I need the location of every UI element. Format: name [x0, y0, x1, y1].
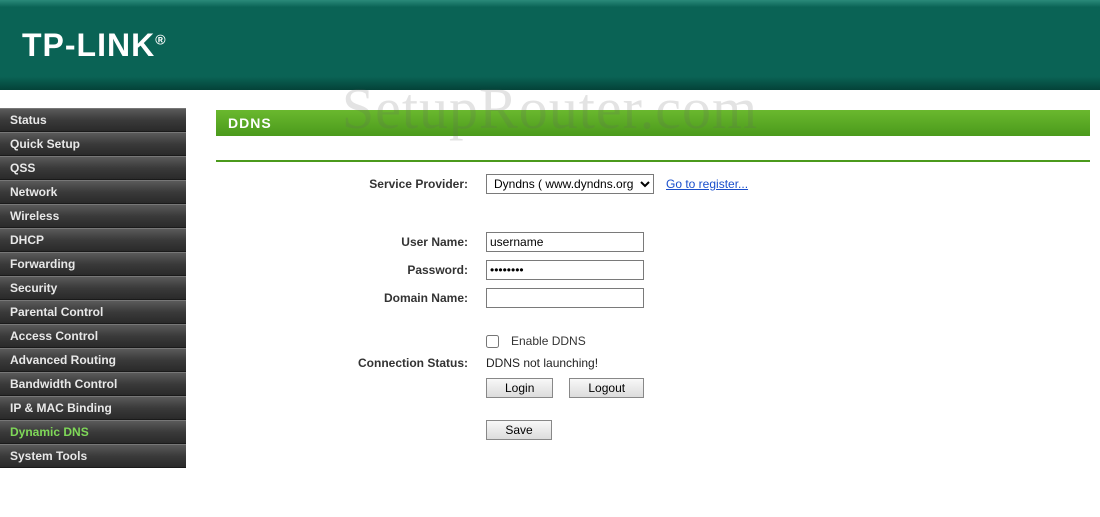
sidebar-item-label: Security [10, 281, 57, 295]
form-area: Service Provider: Dyndns ( www.dyndns.or… [216, 174, 1090, 440]
label-connection-status: Connection Status: [286, 356, 486, 370]
sidebar-item-label: Parental Control [10, 305, 103, 319]
content-area: DDNS Service Provider: Dyndns ( www.dynd… [186, 90, 1100, 468]
sidebar-item-label: System Tools [10, 449, 87, 463]
sidebar-item-label: Advanced Routing [10, 353, 116, 367]
row-domain-name: Domain Name: [286, 288, 1090, 308]
registered-icon: ® [155, 31, 166, 47]
row-login-buttons: Login Logout [286, 378, 1090, 398]
sidebar-item-label: Dynamic DNS [10, 425, 89, 439]
sidebar-item-label: QSS [10, 161, 35, 175]
sidebar-item-qss[interactable]: QSS [0, 156, 186, 180]
service-provider-select[interactable]: Dyndns ( www.dyndns.org ) [486, 174, 654, 194]
row-connection-status: Connection Status: DDNS not launching! [286, 356, 1090, 370]
sidebar-item-parental-control[interactable]: Parental Control [0, 300, 186, 324]
login-button[interactable]: Login [486, 378, 553, 398]
label-user-name: User Name: [286, 235, 486, 249]
go-to-register-link[interactable]: Go to register... [666, 177, 748, 191]
domain-name-input[interactable] [486, 288, 644, 308]
row-enable-ddns: Enable DDNS [286, 334, 1090, 348]
sidebar-item-label: DHCP [10, 233, 44, 247]
sidebar-item-label: Network [10, 185, 57, 199]
sidebar-item-label: Quick Setup [10, 137, 80, 151]
sidebar-item-dynamic-dns[interactable]: Dynamic DNS [0, 420, 186, 444]
sidebar-item-label: IP & MAC Binding [10, 401, 112, 415]
label-enable-ddns: Enable DDNS [511, 334, 586, 348]
label-service-provider: Service Provider: [286, 177, 486, 191]
label-domain-name: Domain Name: [286, 291, 486, 305]
sidebar-item-status[interactable]: Status [0, 108, 186, 132]
page-title: DDNS [216, 110, 1090, 136]
header: TP-LINK® [0, 0, 1100, 90]
main-layout: Status Quick Setup QSS Network Wireless … [0, 90, 1100, 468]
sidebar-item-ip-mac-binding[interactable]: IP & MAC Binding [0, 396, 186, 420]
brand-text: TP-LINK [22, 27, 155, 63]
connection-status-value: DDNS not launching! [486, 356, 598, 370]
user-name-input[interactable] [486, 232, 644, 252]
row-save: Save [286, 420, 1090, 440]
divider [216, 160, 1090, 162]
logout-button[interactable]: Logout [569, 378, 644, 398]
row-service-provider: Service Provider: Dyndns ( www.dyndns.or… [286, 174, 1090, 194]
brand-logo: TP-LINK® [22, 27, 167, 64]
sidebar-item-wireless[interactable]: Wireless [0, 204, 186, 228]
sidebar-item-label: Bandwidth Control [10, 377, 117, 391]
row-password: Password: [286, 260, 1090, 280]
sidebar-item-label: Access Control [10, 329, 98, 343]
sidebar-item-label: Forwarding [10, 257, 75, 271]
sidebar-item-quick-setup[interactable]: Quick Setup [0, 132, 186, 156]
sidebar-item-label: Wireless [10, 209, 59, 223]
enable-ddns-checkbox[interactable] [486, 335, 499, 348]
sidebar-item-dhcp[interactable]: DHCP [0, 228, 186, 252]
sidebar: Status Quick Setup QSS Network Wireless … [0, 90, 186, 468]
label-password: Password: [286, 263, 486, 277]
sidebar-item-security[interactable]: Security [0, 276, 186, 300]
sidebar-item-label: Status [10, 113, 47, 127]
sidebar-item-bandwidth-control[interactable]: Bandwidth Control [0, 372, 186, 396]
sidebar-item-network[interactable]: Network [0, 180, 186, 204]
sidebar-item-access-control[interactable]: Access Control [0, 324, 186, 348]
sidebar-item-system-tools[interactable]: System Tools [0, 444, 186, 468]
row-user-name: User Name: [286, 232, 1090, 252]
sidebar-item-advanced-routing[interactable]: Advanced Routing [0, 348, 186, 372]
password-input[interactable] [486, 260, 644, 280]
sidebar-item-forwarding[interactable]: Forwarding [0, 252, 186, 276]
save-button[interactable]: Save [486, 420, 552, 440]
